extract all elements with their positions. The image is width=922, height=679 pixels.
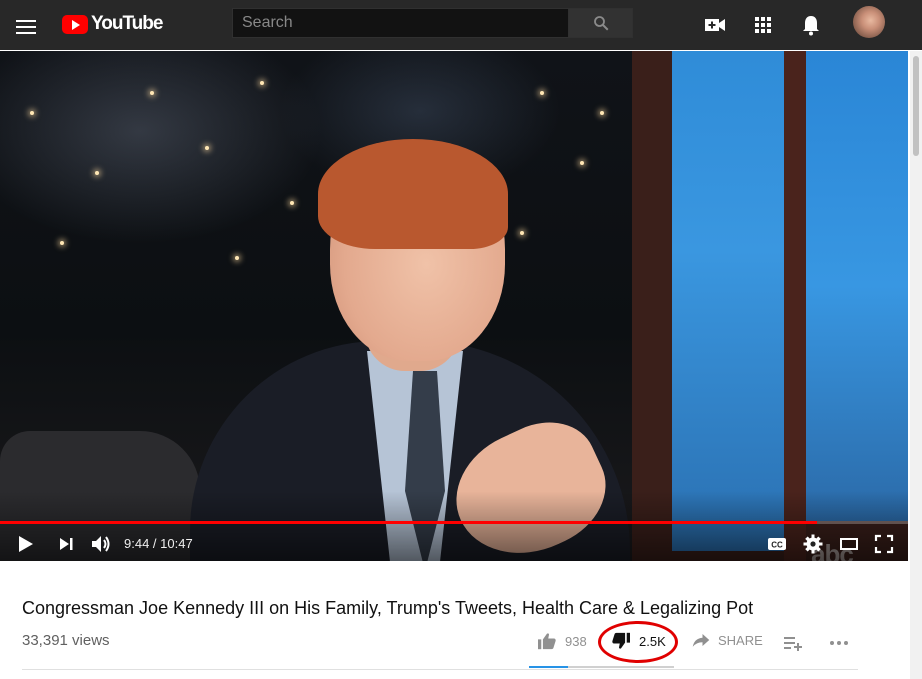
- add-to-playlist-icon[interactable]: [783, 634, 803, 652]
- notifications-bell-icon[interactable]: [799, 13, 823, 37]
- search-box: [232, 8, 633, 38]
- view-count: 33,391 views: [22, 632, 110, 649]
- share-button[interactable]: SHARE: [692, 632, 763, 648]
- youtube-logo-icon: [62, 14, 88, 34]
- next-icon[interactable]: [56, 534, 76, 554]
- search-input[interactable]: [232, 8, 569, 38]
- captions-icon[interactable]: CC: [767, 534, 787, 554]
- play-icon[interactable]: [14, 534, 36, 554]
- share-icon: [692, 634, 710, 647]
- theater-mode-icon[interactable]: [839, 534, 859, 554]
- sentiment-bar-likes: [529, 666, 569, 668]
- fullscreen-icon[interactable]: [874, 534, 894, 554]
- youtube-logo[interactable]: YouTube: [62, 12, 163, 36]
- avatar[interactable]: [853, 6, 885, 38]
- dislike-button[interactable]: 2.5K: [611, 632, 666, 650]
- apps-grid-icon[interactable]: [751, 13, 775, 37]
- search-icon: [593, 16, 608, 31]
- divider: [22, 669, 858, 670]
- masthead: YouTube: [0, 0, 922, 50]
- thumbs-up-icon: [538, 633, 556, 650]
- progress-bar-played: [0, 521, 818, 524]
- like-count: 938: [565, 633, 587, 649]
- more-actions-icon[interactable]: [829, 638, 849, 648]
- create-video-icon[interactable]: [703, 13, 727, 37]
- time-display: 9:44 / 10:47: [124, 536, 193, 551]
- svg-text:CC: CC: [771, 541, 783, 550]
- share-label: SHARE: [718, 632, 763, 648]
- page-scrollbar-thumb[interactable]: [913, 56, 919, 156]
- settings-gear-icon[interactable]: [803, 534, 823, 554]
- menu-icon[interactable]: [16, 14, 36, 36]
- video-player[interactable]: abc 9:44 / 10:47 CC: [0, 51, 908, 561]
- dislike-count: 2.5K: [639, 633, 666, 649]
- like-button[interactable]: 938: [537, 632, 587, 650]
- thumbs-down-icon: [612, 632, 630, 649]
- search-button[interactable]: [569, 8, 633, 38]
- video-title: Congressman Joe Kennedy III on His Famil…: [22, 598, 754, 618]
- logo-text: YouTube: [91, 13, 163, 34]
- volume-icon[interactable]: [90, 534, 112, 554]
